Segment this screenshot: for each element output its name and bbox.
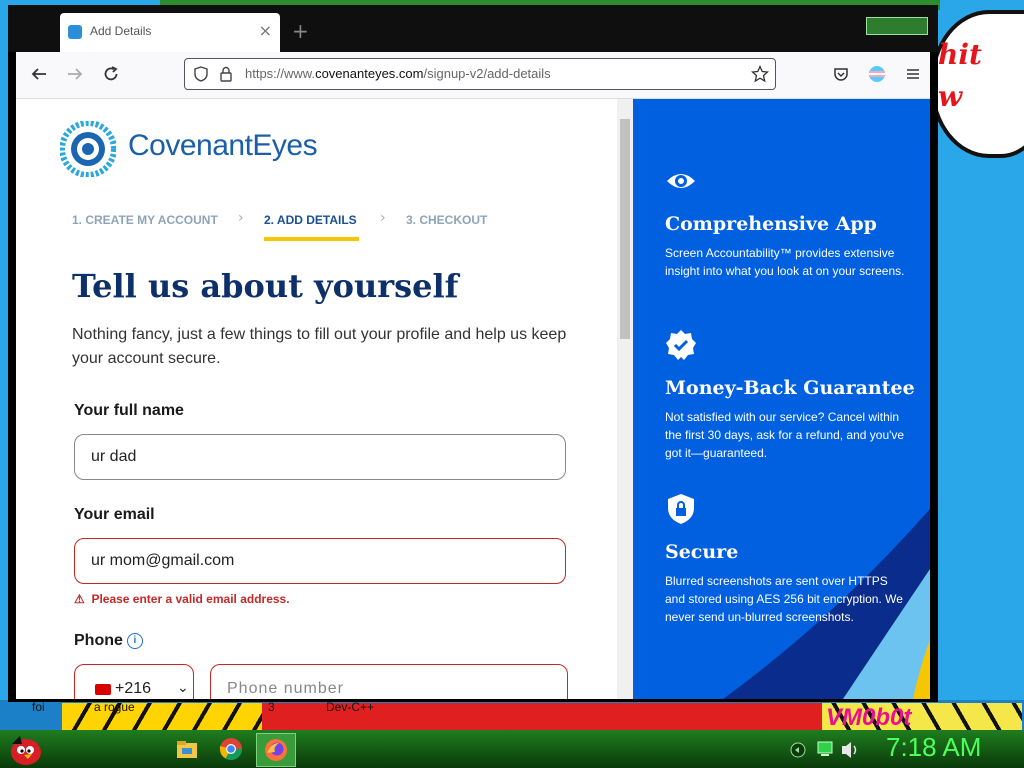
tab-title: Add Details [90, 24, 152, 38]
menu-hamburger-icon[interactable] [904, 65, 922, 83]
taskbar-firefox-active[interactable] [256, 733, 296, 767]
back-arrow-icon[interactable] [30, 65, 48, 83]
wallpaper-speech-text: hit w [938, 38, 982, 113]
system-tray [790, 741, 857, 758]
pocket-icon[interactable] [832, 65, 850, 83]
window-controls[interactable] [866, 17, 928, 35]
step-create-account[interactable]: 1. CREATE MY ACCOUNT [72, 213, 218, 227]
phone-number-input[interactable] [210, 664, 568, 699]
wallpaper-vm-label: VM0b0t [826, 704, 912, 731]
email-input[interactable] [74, 538, 566, 584]
scrollbar-thumb[interactable] [620, 119, 630, 339]
browser-window: Add Details × + https://www.covenanteyes… [8, 5, 938, 702]
tunisia-flag-icon [95, 684, 111, 695]
country-code-value: +216 [115, 680, 152, 697]
active-step-underline [264, 237, 359, 241]
step-separator-chevron-icon: › [380, 210, 386, 226]
feature-body: Screen Accountability™ provides extensiv… [665, 246, 905, 278]
step-add-details[interactable]: 2. ADD DETAILS [264, 213, 357, 227]
logo-wordmark[interactable]: CovenantEyes [128, 129, 318, 163]
covenant-eyes-favicon-icon [68, 25, 82, 39]
file-explorer-icon[interactable] [174, 736, 200, 762]
step-checkout[interactable]: 3. CHECKOUT [406, 213, 487, 227]
verified-badge-icon [666, 330, 696, 360]
email-error-text: Please enter a valid email address. [91, 592, 290, 606]
reload-icon[interactable] [102, 65, 120, 83]
forward-arrow-icon[interactable] [66, 65, 84, 83]
firefox-icon [265, 739, 287, 761]
step-separator-chevron-icon: › [238, 210, 244, 226]
feature-title: Secure [665, 541, 739, 563]
chevron-down-icon: ⌄ [177, 679, 189, 695]
signup-form-pane: CovenantEyes 1. CREATE MY ACCOUNT › 2. A… [16, 99, 616, 699]
feature-body: Not satisfied with our service? Cancel w… [665, 410, 905, 460]
url-prefix: https://www. [245, 66, 316, 81]
full-name-input[interactable] [74, 434, 566, 480]
desktop-icon-label[interactable]: 3 [268, 700, 275, 714]
desktop-icon-label[interactable]: a rogue [94, 700, 135, 714]
tab-strip: Add Details × + [8, 5, 938, 53]
warning-icon: ⚠ [74, 592, 85, 606]
url-path: /signup-v2/add-details [423, 66, 551, 81]
lock-icon[interactable] [219, 66, 233, 82]
email-label: Your email [74, 506, 155, 523]
feature-title: Money-Back Guarantee [665, 377, 915, 399]
feature-title: Comprehensive App [665, 213, 877, 235]
url-bar[interactable]: https://www.covenanteyes.com/signup-v2/a… [184, 58, 776, 90]
feature-body: Blurred screenshots are sent over HTTPS … [665, 574, 903, 624]
new-tab-button[interactable]: + [292, 19, 309, 43]
shield-lock-icon [668, 494, 694, 524]
info-icon[interactable]: i [126, 632, 143, 649]
start-button[interactable] [6, 732, 46, 768]
tab-add-details[interactable]: Add Details × [60, 13, 280, 53]
close-tab-icon[interactable]: × [259, 21, 272, 40]
full-name-label: Your full name [74, 402, 184, 419]
wallpaper-cartoon-left [62, 703, 262, 731]
page-subtitle: Nothing fancy, just a few things to fill… [72, 326, 567, 367]
page-title: Tell us about yourself [72, 267, 459, 305]
tracking-shield-icon[interactable] [193, 66, 209, 82]
web-page: CovenantEyes 1. CREATE MY ACCOUNT › 2. A… [16, 99, 930, 699]
phone-label: Phone i [74, 632, 143, 650]
url-domain: covenanteyes.com [315, 66, 424, 81]
taskbar-clock[interactable]: 7:18 AM [886, 732, 981, 763]
country-code-select[interactable]: +216 ⌄ [74, 664, 194, 699]
phone-label-text: Phone [74, 632, 123, 649]
chrome-icon[interactable] [218, 736, 244, 762]
eye-icon [667, 174, 695, 188]
page-scrollbar[interactable] [617, 99, 633, 699]
url-text: https://www.covenanteyes.com/signup-v2/a… [245, 66, 551, 81]
desktop-icon-label[interactable]: Dev-C++ [326, 700, 374, 714]
desktop-icon-label[interactable]: foi [32, 700, 45, 714]
account-avatar-icon[interactable] [868, 65, 886, 83]
bookmark-star-icon[interactable] [751, 65, 769, 83]
email-error-message: ⚠ Please enter a valid email address. [74, 592, 290, 606]
features-sidebar: Comprehensive App Screen Accountability™… [633, 99, 930, 699]
covenant-eyes-logo-icon[interactable] [60, 121, 116, 177]
navigation-toolbar: https://www.covenanteyes.com/signup-v2/a… [16, 52, 930, 99]
